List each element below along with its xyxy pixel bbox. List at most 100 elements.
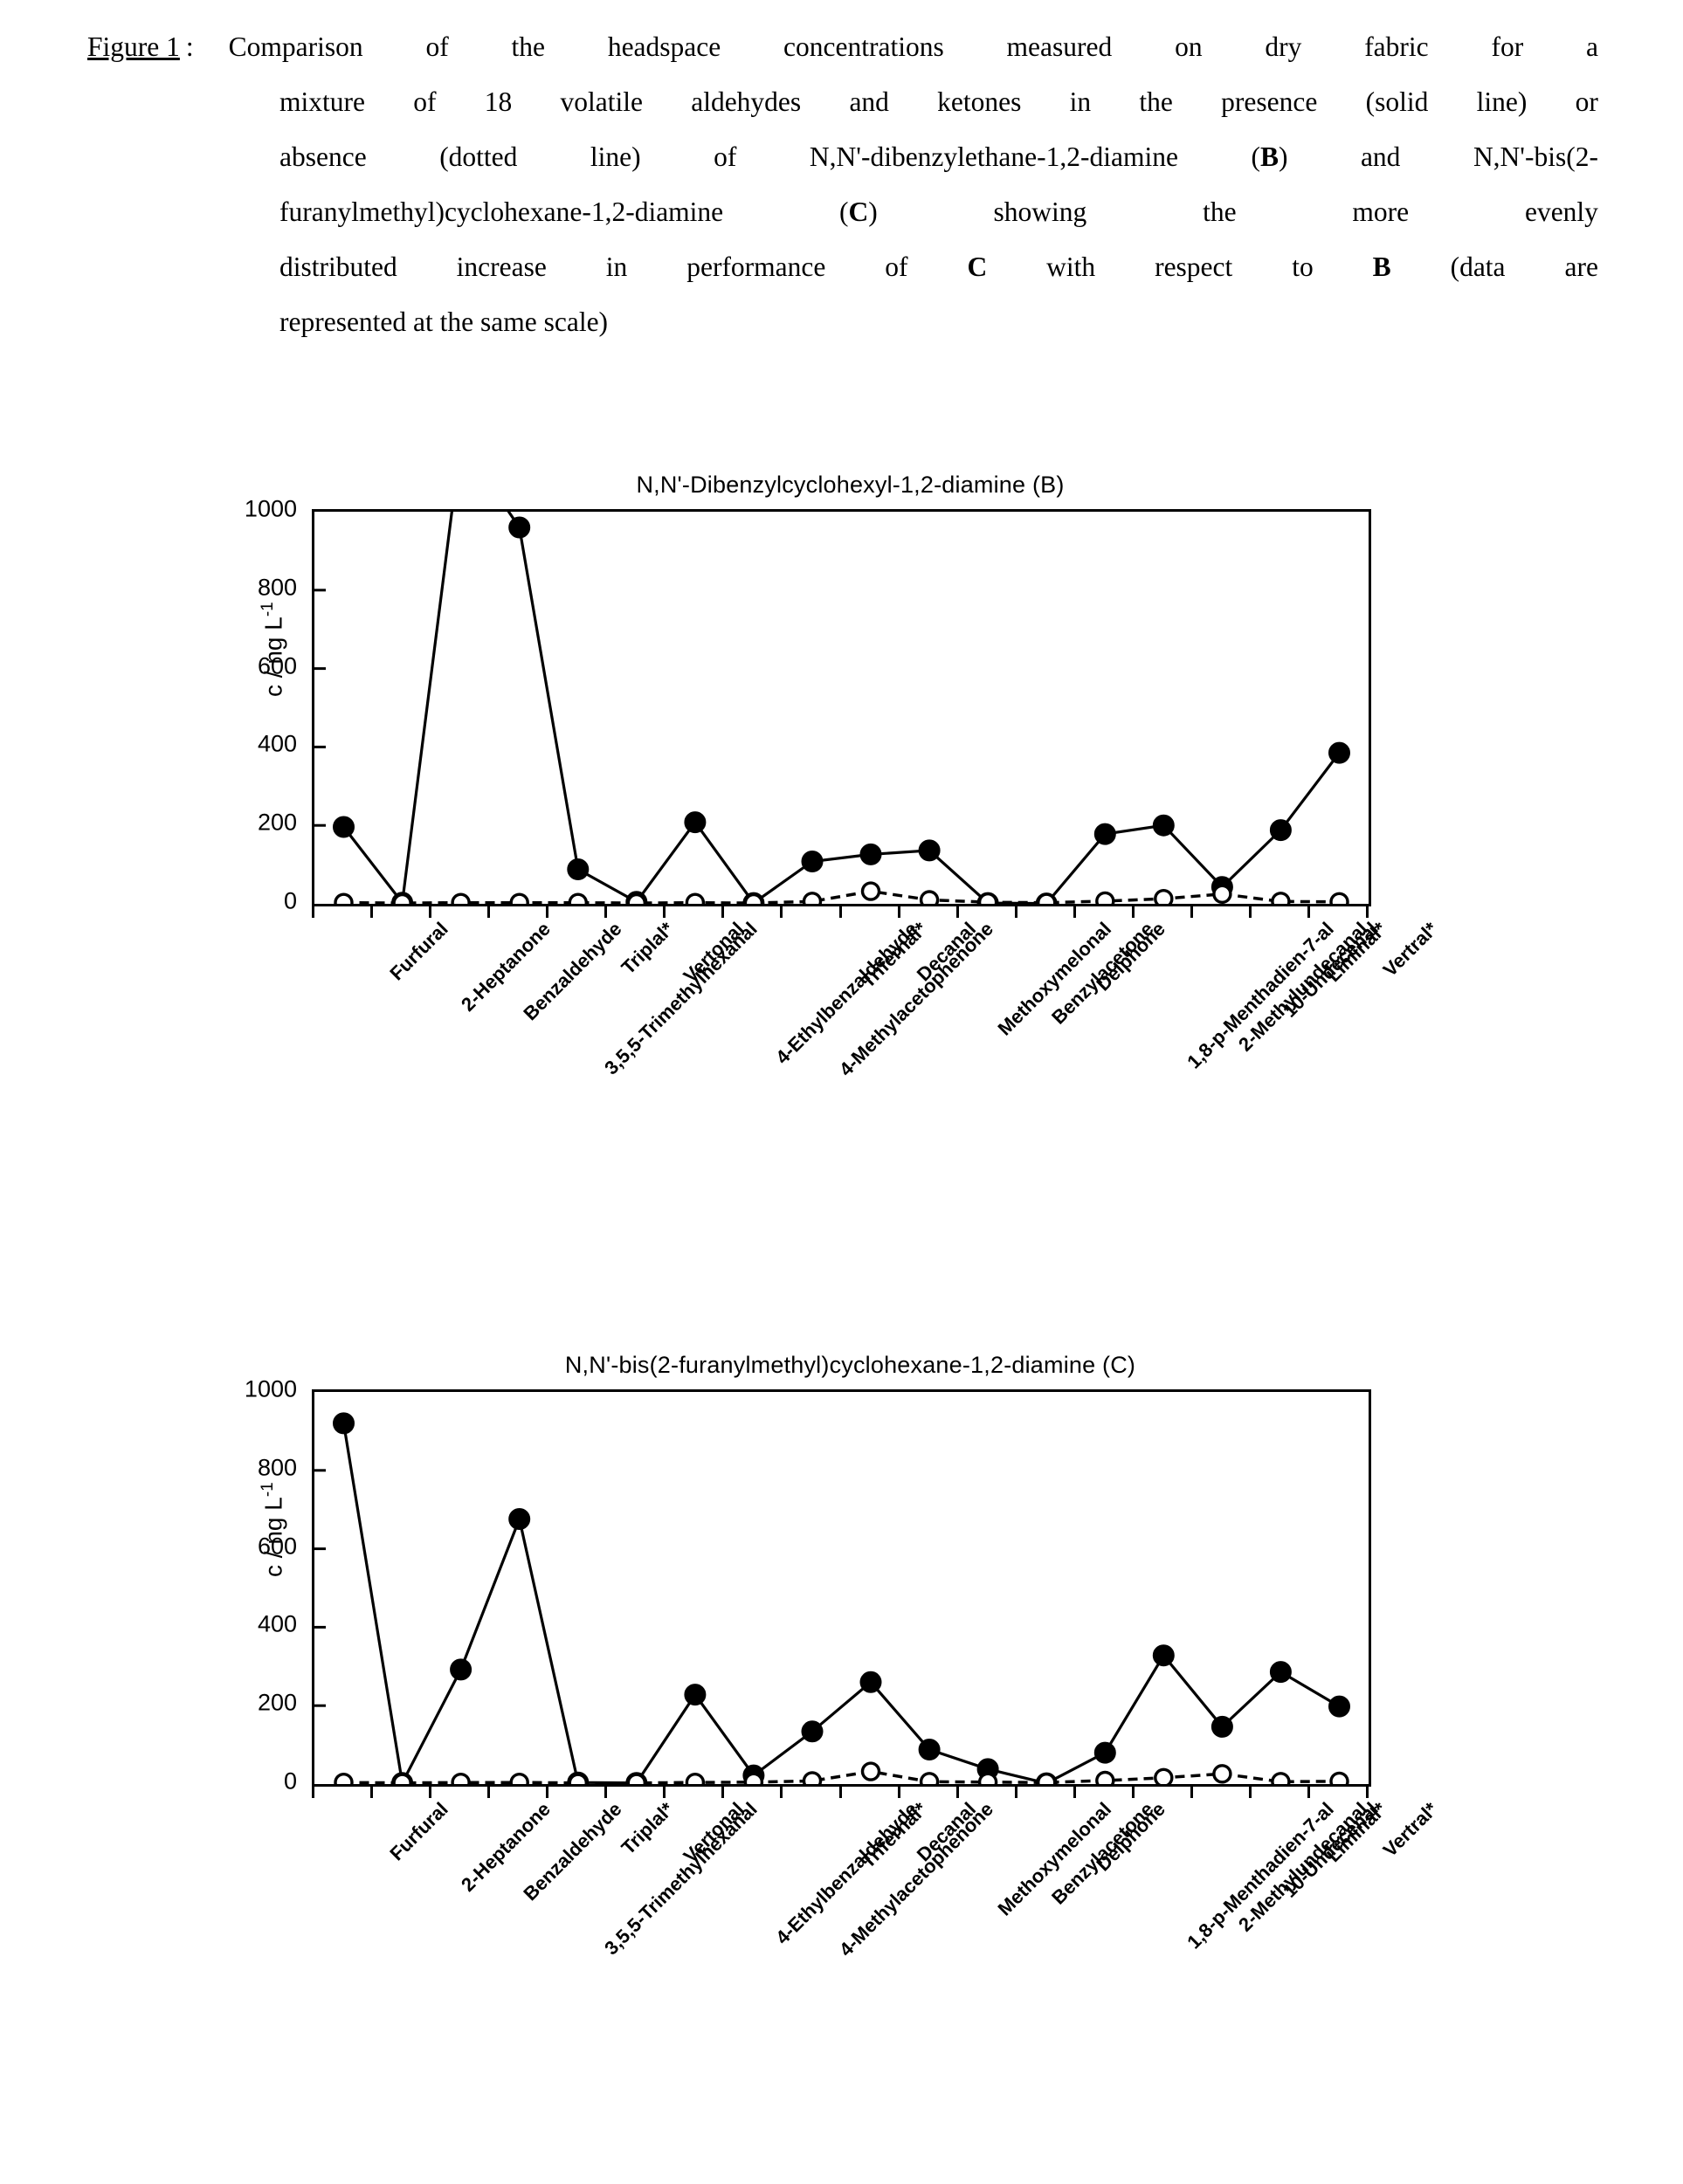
x-tick-mark — [546, 906, 549, 918]
data-point — [392, 1773, 412, 1784]
x-tick-mark — [721, 1787, 725, 1798]
x-tick-mark — [487, 1787, 491, 1798]
y-tick-800: 800 — [257, 574, 297, 601]
x-tick-mark — [1190, 1787, 1193, 1798]
plot-svg-B — [314, 512, 1350, 904]
data-point — [1095, 1770, 1115, 1784]
plot-wrapper-B: c / ng L-1 1000 800 600 400 200 0 Furfural 2-H… — [0, 496, 1683, 1199]
data-point — [1269, 1661, 1292, 1684]
data-point — [802, 892, 823, 904]
x-axis-labels-B: Furfural 2-Heptanone Benzaldehyde 3,5,5-Tri… — [312, 918, 1442, 1180]
data-point — [333, 1412, 355, 1435]
plot-wrapper-C: c / ng L-1 1000 800 600 400 200 0 Furfural 2-H… — [0, 1376, 1683, 2079]
caption-line-6: represented at the same scale) — [87, 294, 1598, 349]
data-point — [1328, 1695, 1350, 1718]
y-tick-800: 800 — [257, 1454, 297, 1481]
series-line-0 — [342, 512, 1341, 904]
x-tick-mark — [721, 906, 725, 918]
chart-title-B: N,N'-Dibenzylcyclohexyl-1,2-diamine (B) — [636, 472, 1065, 498]
data-point — [1093, 823, 1116, 845]
x-tick-mark — [897, 906, 900, 918]
x-tick-mark — [1366, 1787, 1369, 1798]
data-point — [1271, 892, 1291, 904]
data-point — [626, 1773, 646, 1784]
data-point — [1095, 891, 1115, 904]
chart-title-C: N,N'-bis(2-furanylmethyl)cyclohexane-1,2… — [564, 1352, 1136, 1378]
y-tick-400: 400 — [257, 1610, 297, 1637]
figure-caption: Figure 1 : Comparison of the headspace conce… — [87, 19, 1598, 349]
x-tick-mark — [546, 1787, 549, 1798]
x-axis-category-label: Furfural — [384, 1798, 452, 1865]
data-point — [1212, 884, 1232, 904]
data-point — [1154, 1767, 1174, 1784]
data-point — [508, 1508, 531, 1530]
data-point — [1037, 892, 1057, 904]
y-tick-600: 600 — [257, 1533, 297, 1560]
x-tick-mark — [1131, 1787, 1135, 1798]
x-tick-mark — [487, 906, 491, 918]
chart-panel-C: N,N'-bis(2-furanylmethyl)cyclohexane-1,2… — [0, 1352, 1683, 2079]
series-line-1 — [343, 889, 1340, 904]
data-point — [977, 892, 998, 904]
data-point — [333, 816, 355, 838]
x-tick-mark — [604, 1787, 608, 1798]
data-point — [860, 1761, 881, 1781]
data-point — [859, 843, 882, 865]
x-tick-mark — [1014, 1787, 1017, 1798]
caption-text-4: furanylmethyl)cyclohexane-1,2-diamine (C)… — [279, 196, 1598, 227]
x-axis-category-label: Vertral* — [1379, 918, 1443, 982]
y-tick-1000: 1000 — [244, 495, 297, 522]
plot-svg-C — [314, 1412, 1350, 1784]
y-tick-0: 0 — [283, 1767, 297, 1795]
caption-text-3: absence (dotted line) of N,N'-dibenzylethane… — [279, 141, 1598, 172]
chart-panel-B: N,N'-Dibenzylcyclohexyl-1,2-diamine (B) … — [0, 472, 1683, 1199]
x-tick-mark — [1366, 906, 1369, 918]
x-axis-category-label: Triplal* — [617, 918, 678, 979]
plot-area-C — [312, 1389, 1371, 1787]
caption-line-2: mixture of 18 volatile aldehydes and ketones in… — [87, 74, 1598, 129]
data-point — [802, 1771, 823, 1784]
data-point — [451, 892, 471, 904]
data-point — [684, 1684, 707, 1706]
data-point — [801, 851, 824, 872]
data-point — [509, 892, 529, 904]
data-point — [334, 1773, 354, 1784]
x-tick-mark — [1248, 906, 1252, 918]
data-point — [1037, 1773, 1057, 1784]
x-tick-mark — [370, 906, 374, 918]
data-point — [392, 892, 412, 904]
data-point — [860, 881, 881, 901]
x-tick-mark — [1248, 1787, 1252, 1798]
y-tick-400: 400 — [257, 730, 297, 757]
data-point — [1093, 1741, 1116, 1764]
series-line-1 — [343, 1769, 1340, 1784]
x-tick-mark — [1307, 1787, 1310, 1798]
data-point — [743, 1772, 764, 1784]
y-tick-600: 600 — [257, 652, 297, 679]
y-tick-200: 200 — [257, 809, 297, 836]
x-tick-mark — [780, 1787, 783, 1798]
data-point — [859, 1671, 882, 1693]
caption-line-1: Figure 1 : Comparison of the headspace conce… — [87, 19, 1598, 74]
caption-text-6: represented at the same scale) — [279, 307, 609, 337]
data-point — [334, 892, 354, 904]
data-point — [451, 1773, 471, 1784]
data-point — [1329, 1771, 1349, 1784]
caption-line-4: furanylmethyl)cyclohexane-1,2-diamine (C)… — [87, 184, 1598, 239]
plot-area-B — [312, 509, 1371, 906]
x-tick-mark — [429, 906, 432, 918]
x-tick-mark — [1190, 906, 1193, 918]
data-point — [685, 892, 706, 904]
data-point — [1328, 741, 1350, 764]
data-point — [1271, 1772, 1291, 1784]
x-axis-category-label: Triplal* — [617, 1798, 678, 1859]
data-point — [508, 516, 531, 539]
data-point — [567, 858, 590, 880]
x-tick-mark — [663, 1787, 666, 1798]
data-point — [1154, 889, 1174, 904]
y-tick-200: 200 — [257, 1689, 297, 1716]
x-tick-mark — [370, 1787, 374, 1798]
caption-line-3: absence (dotted line) of N,N'-dibenzylethane… — [87, 129, 1598, 184]
x-tick-mark — [1073, 1787, 1076, 1798]
x-tick-mark — [780, 906, 783, 918]
